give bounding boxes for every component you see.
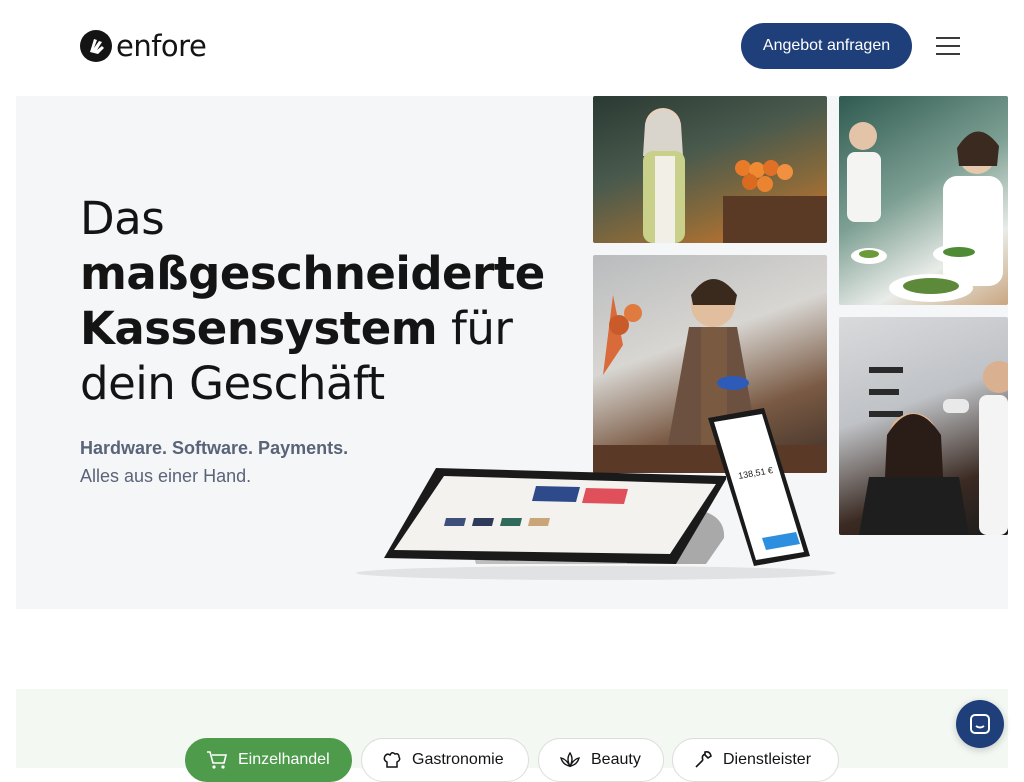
headline-kassensystem: Kassensystem [80, 302, 438, 355]
category-gastronomy-button[interactable]: Gastronomie [361, 738, 529, 782]
subline-text: Alles aus einer Hand. [80, 466, 252, 486]
request-offer-button[interactable]: Angebot anfragen [741, 23, 912, 69]
headline-line-4: dein Geschäft [80, 357, 385, 410]
photo-market-vendor [593, 96, 827, 243]
category-gastronomy-label: Gastronomie [412, 751, 504, 768]
headline-fuer: für [437, 302, 513, 355]
chef-hat-icon [383, 751, 401, 768]
hero-subline: Hardware. Software. Payments. Alles aus … [80, 434, 348, 490]
hero-headline: Das maßgeschneiderte Kassensystem für de… [80, 191, 545, 411]
chat-icon [970, 714, 990, 734]
subline-bold: Hardware. Software. Payments. [80, 438, 349, 458]
wrench-icon [695, 751, 712, 768]
photo-chefs-plating [839, 96, 1008, 305]
site-header: enfore Angebot anfragen [0, 0, 1024, 92]
payment-phone-image: 138,51 € [704, 408, 812, 566]
category-retail-button[interactable]: Einzelhandel [185, 738, 352, 782]
category-beauty-button[interactable]: Beauty [538, 738, 664, 782]
hero-section: Das maßgeschneiderte Kassensystem für de… [16, 96, 1008, 609]
headline-line-2: maßgeschneiderte [80, 247, 545, 300]
pos-terminal-image [366, 468, 728, 568]
category-services-label: Dienstleister [723, 751, 812, 768]
category-services-button[interactable]: Dienstleister [672, 738, 839, 782]
menu-icon[interactable] [934, 34, 962, 58]
device-shadow [356, 566, 836, 580]
logo-mark-icon [80, 30, 112, 62]
cart-icon [207, 751, 228, 769]
headline-line-3: Kassensystem für [80, 301, 545, 356]
photo-hair-salon [839, 317, 1008, 535]
headline-line-1: Das [80, 192, 165, 245]
lotus-icon [560, 751, 580, 768]
category-retail-label: Einzelhandel [238, 751, 330, 768]
logo-text: enfore [116, 29, 207, 63]
enfore-logo[interactable]: enfore [80, 29, 207, 63]
category-beauty-label: Beauty [591, 751, 641, 768]
chat-button[interactable] [956, 700, 1004, 748]
